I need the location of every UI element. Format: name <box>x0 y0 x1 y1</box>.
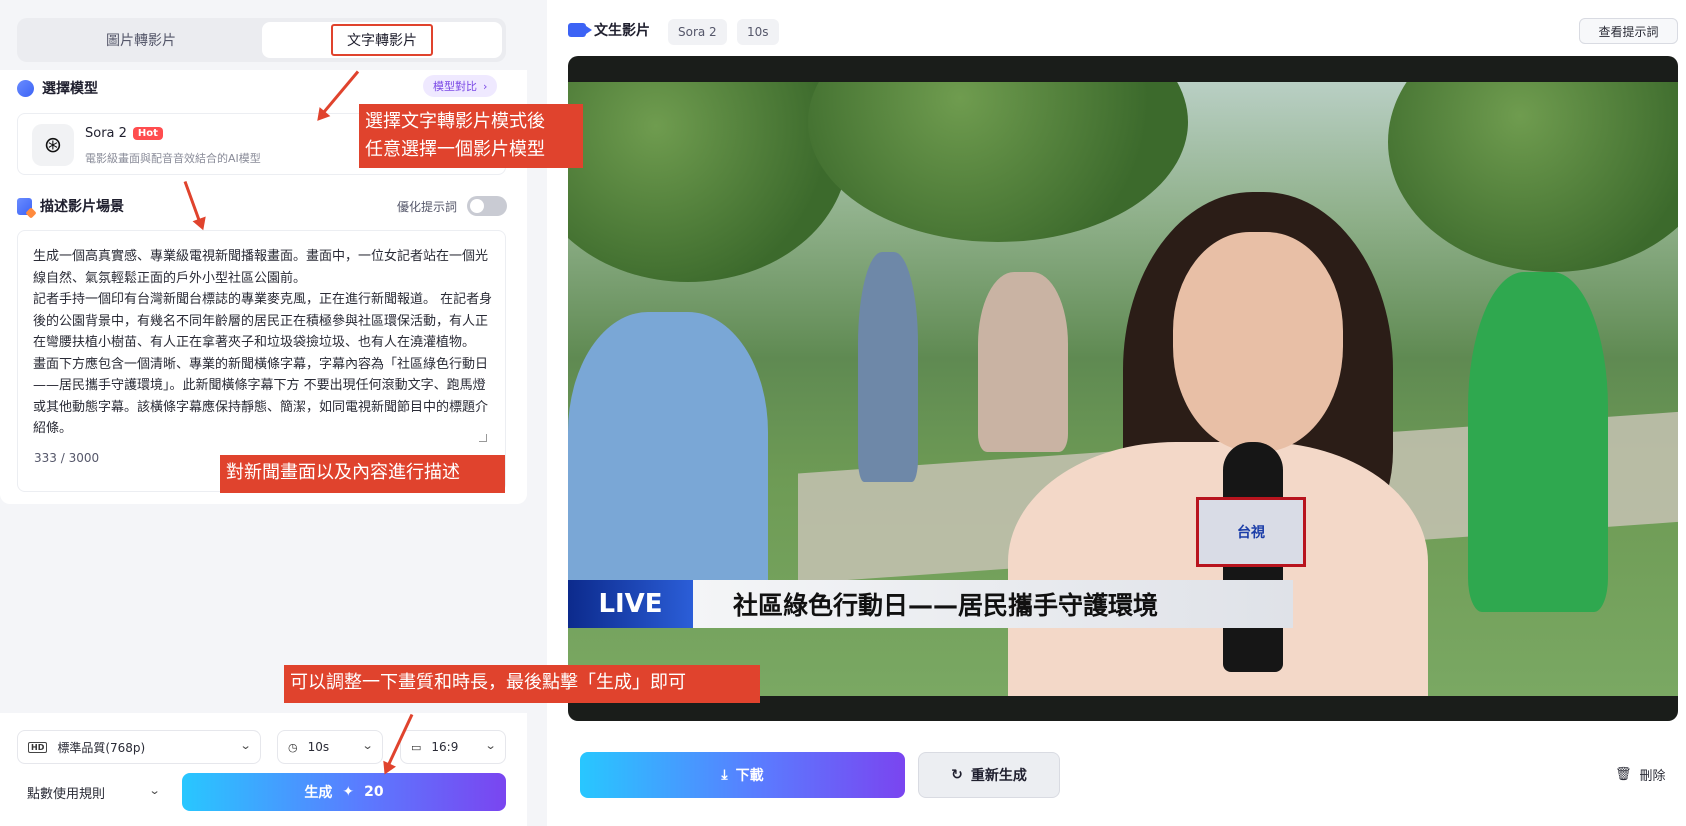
tab-text-to-video[interactable]: 文字轉影片 <box>262 22 502 58</box>
chevron-down-icon: ⌄ <box>239 739 252 752</box>
ratio-select[interactable]: ▭ 16:9 ⌄ <box>400 730 506 764</box>
page-title-label: 文生影片 <box>594 23 650 39</box>
view-prompt-button[interactable]: 查看提示詞 <box>1579 18 1678 44</box>
annotation-note: 對新聞畫面以及內容進行描述 <box>220 455 505 493</box>
mic-logo: 台視 <box>1196 497 1306 567</box>
model-name: Sora 2 <box>85 126 127 141</box>
duration-select[interactable]: ◷ 10s ⌄ <box>277 730 383 764</box>
tree-image <box>1388 82 1678 272</box>
video-camera-icon <box>568 23 592 37</box>
desc-section-title: 描述影片場景 <box>17 196 124 216</box>
reporter-face <box>1173 232 1343 452</box>
generate-button[interactable]: 生成 ✦ 20 <box>182 773 506 811</box>
news-ticker: LIVE 社區綠色行動日——居民攜手守護環境 <box>568 580 1678 628</box>
model-compare-label: 模型對比 <box>433 80 477 93</box>
video-frame: 台視 LIVE 社區綠色行動日——居民攜手守護環境 <box>568 82 1678 696</box>
prompt-text[interactable]: 生成一個高真實感、專業級電視新聞播報畫面。畫面中，一位女記者站在一個光線自然、氣… <box>33 246 495 446</box>
desc-section-label: 描述影片場景 <box>40 199 124 215</box>
chevron-down-icon: ⌄ <box>484 739 497 752</box>
resize-handle-icon[interactable] <box>479 434 487 442</box>
tab-image-to-video[interactable]: 圖片轉影片 <box>21 22 261 58</box>
brain-icon <box>17 79 34 97</box>
download-icon: ⤓ <box>721 767 728 783</box>
resident-figure <box>978 272 1068 452</box>
annotation-note: 選擇文字轉影片模式後 任意選擇一個影片模型 <box>359 104 583 168</box>
openai-logo-icon: ⊛ <box>32 124 74 166</box>
hot-badge: Hot <box>132 127 163 140</box>
chevron-down-icon[interactable]: ⌄ <box>149 784 161 797</box>
clock-icon: ◷ <box>288 740 298 754</box>
video-preview[interactable]: 台視 LIVE 社區綠色行動日——居民攜手守護環境 <box>568 56 1678 721</box>
model-chip: Sora 2 <box>668 19 727 45</box>
ratio-value: 16:9 <box>431 740 459 754</box>
quality-select[interactable]: HD 標準品質(768p) ⌄ <box>17 730 261 764</box>
tab-text-to-video-label: 文字轉影片 <box>331 24 433 56</box>
mode-tabs: 圖片轉影片 文字轉影片 <box>17 18 506 62</box>
regenerate-button[interactable]: ↻ 重新生成 <box>918 752 1060 798</box>
aspect-ratio-icon: ▭ <box>411 740 422 754</box>
regenerate-label: 重新生成 <box>970 768 1027 784</box>
model-compare-button[interactable]: 模型對比 › <box>423 75 498 97</box>
quality-value: 標準品質(768p) <box>57 740 146 755</box>
prompt-textarea[interactable]: 生成一個高真實感、專業級電視新聞播報畫面。畫面中，一位女記者站在一個光線自然、氣… <box>17 230 506 492</box>
optimize-prompt-label: 優化提示詞 <box>397 200 458 214</box>
annotation-text: 可以調整一下畫質和時長，最後點擊「生成」即可 <box>290 672 686 693</box>
model-section-title: 選擇模型 <box>17 78 98 98</box>
tree-image <box>808 82 1188 242</box>
news-headline: 社區綠色行動日——居民攜手守護環境 <box>693 580 1293 628</box>
resident-figure <box>858 252 918 482</box>
delete-label: 刪除 <box>1639 769 1666 784</box>
char-count: 333 / 3000 <box>34 451 100 465</box>
document-icon <box>17 197 32 215</box>
tree-image <box>568 82 848 282</box>
duration-chip: 10s <box>737 19 779 45</box>
chevron-right-icon: › <box>483 79 488 93</box>
download-button[interactable]: ⤓ 下載 <box>580 752 905 798</box>
duration-value: 10s <box>307 740 330 754</box>
points-rules-link[interactable]: 點數使用規則 <box>27 783 105 802</box>
chevron-down-icon: ⌄ <box>361 739 374 752</box>
refresh-icon: ↻ <box>951 767 963 783</box>
page-title: 文生影片 <box>568 20 650 40</box>
sparkle-icon: ✦ <box>342 784 355 800</box>
annotation-text: 對新聞畫面以及內容進行描述 <box>226 462 460 483</box>
trash-icon: 🗑 <box>1615 767 1632 782</box>
annotation-text: 選擇文字轉影片模式後 任意選擇一個影片模型 <box>365 111 545 160</box>
annotation-note: 可以調整一下畫質和時長，最後點擊「生成」即可 <box>284 665 760 703</box>
generate-cost: 20 <box>364 784 384 800</box>
download-label: 下載 <box>735 768 764 784</box>
delete-button[interactable]: 🗑 刪除 <box>1615 765 1666 784</box>
live-badge: LIVE <box>568 580 693 628</box>
generate-label: 生成 <box>304 785 333 801</box>
reporter-body <box>1008 442 1428 696</box>
hd-icon: HD <box>28 741 48 753</box>
model-description: 電影級畫面與配音音效結合的AI模型 <box>85 152 261 165</box>
model-section-label: 選擇模型 <box>42 81 98 97</box>
resident-figure <box>1468 272 1608 612</box>
optimize-prompt-toggle[interactable] <box>467 196 507 216</box>
resident-figure <box>568 312 768 612</box>
model-name-row: Sora 2 Hot <box>85 126 163 141</box>
